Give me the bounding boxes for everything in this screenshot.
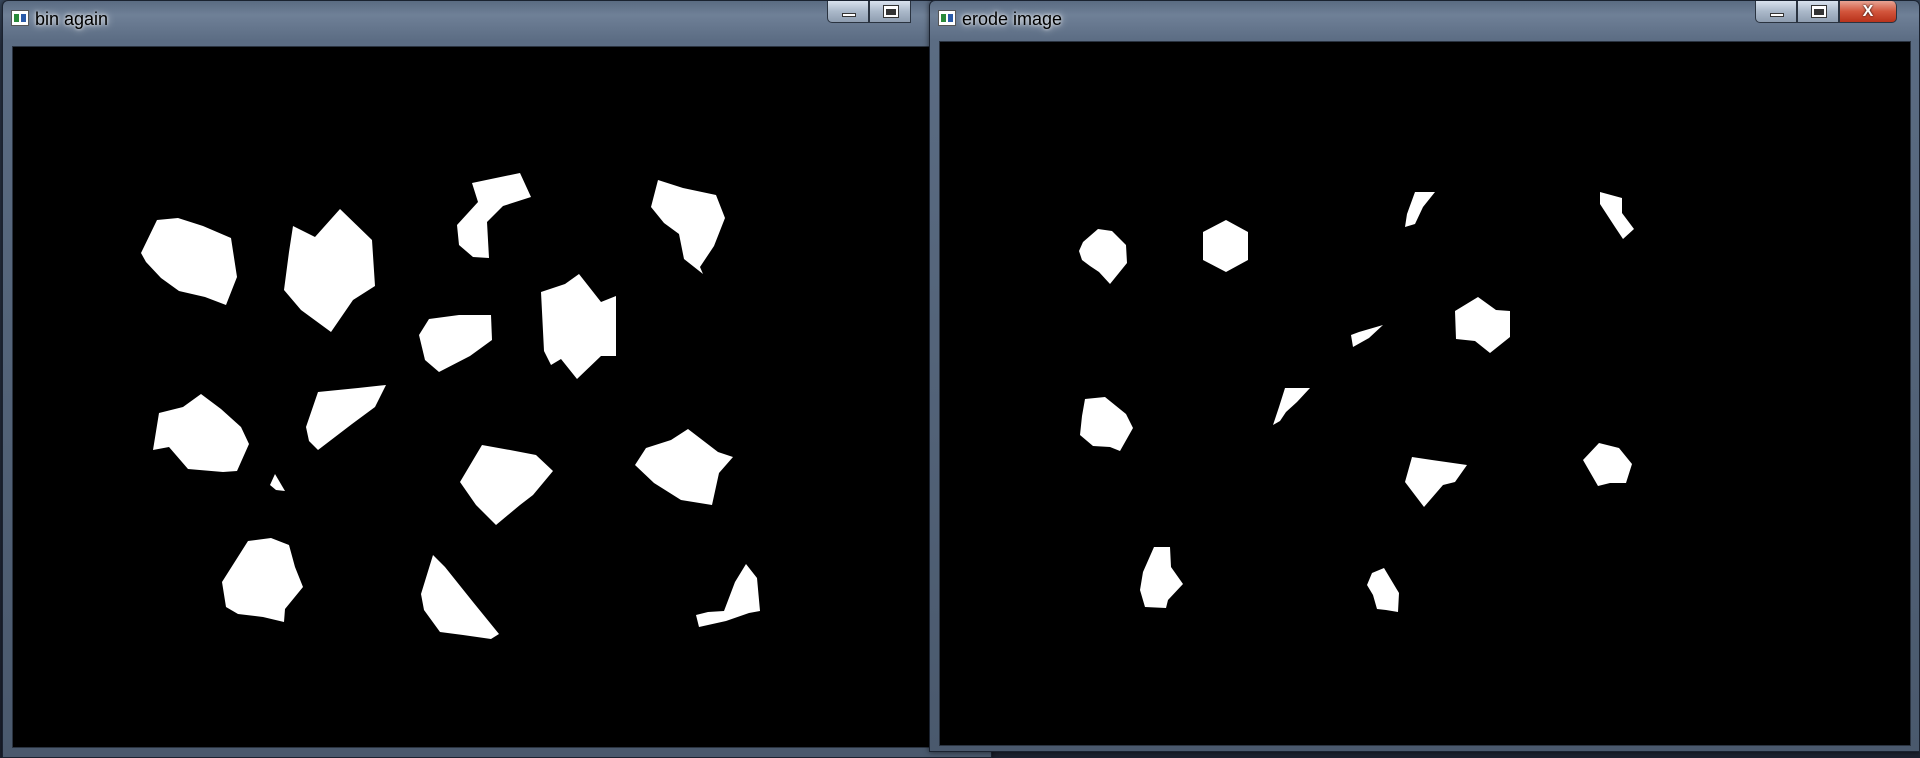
shape-blob — [1273, 388, 1310, 425]
minimize-icon — [1770, 13, 1784, 17]
window-app-icon — [11, 10, 29, 26]
close-icon: X — [1862, 3, 1874, 20]
eroded-binary-image — [1079, 192, 1634, 612]
shape-blob — [1079, 229, 1127, 284]
maximize-button[interactable] — [869, 1, 911, 23]
binary-image — [141, 173, 760, 639]
shape-blob — [1600, 192, 1634, 239]
shape-blob — [651, 180, 725, 274]
shape-blob — [1405, 192, 1435, 227]
shape-blob — [1455, 297, 1510, 353]
shape-blob — [222, 538, 303, 622]
shape-blob — [419, 315, 492, 372]
shape-blob — [1080, 397, 1133, 451]
shape-blob — [284, 209, 375, 332]
shape-blob — [141, 218, 237, 305]
shape-blob — [1140, 547, 1183, 608]
maximize-button[interactable] — [1797, 1, 1839, 23]
erode-image-canvas — [939, 41, 1911, 746]
window-title: erode image — [962, 9, 1063, 29]
minimize-button[interactable] — [827, 1, 869, 23]
shape-blob — [460, 445, 553, 525]
shape-blob — [1351, 325, 1383, 347]
close-button[interactable]: X — [1839, 1, 1897, 23]
window-controls: X — [1755, 1, 1897, 23]
shape-blob — [270, 474, 285, 491]
shape-blob — [1203, 220, 1248, 272]
maximize-icon — [883, 5, 899, 18]
shape-blob — [1405, 457, 1467, 507]
shape-blob — [1367, 568, 1399, 612]
erode-image-window: erode image X — [929, 0, 1920, 752]
shape-blob — [541, 274, 616, 379]
window-title: bin again — [35, 9, 109, 29]
shape-blob — [306, 385, 386, 450]
window-app-icon — [938, 10, 956, 26]
shape-blob — [696, 564, 760, 627]
bin-again-image-canvas — [12, 46, 931, 748]
minimize-button[interactable] — [1755, 1, 1797, 23]
shape-blob — [457, 173, 531, 258]
maximize-icon — [1811, 5, 1827, 18]
window-controls — [827, 1, 911, 23]
shape-blob — [153, 394, 249, 472]
minimize-icon — [842, 13, 856, 17]
bin-again-window: bin again — [2, 0, 992, 758]
shape-blob — [635, 429, 733, 505]
shape-blob — [421, 555, 499, 639]
shape-blob — [1583, 443, 1632, 486]
